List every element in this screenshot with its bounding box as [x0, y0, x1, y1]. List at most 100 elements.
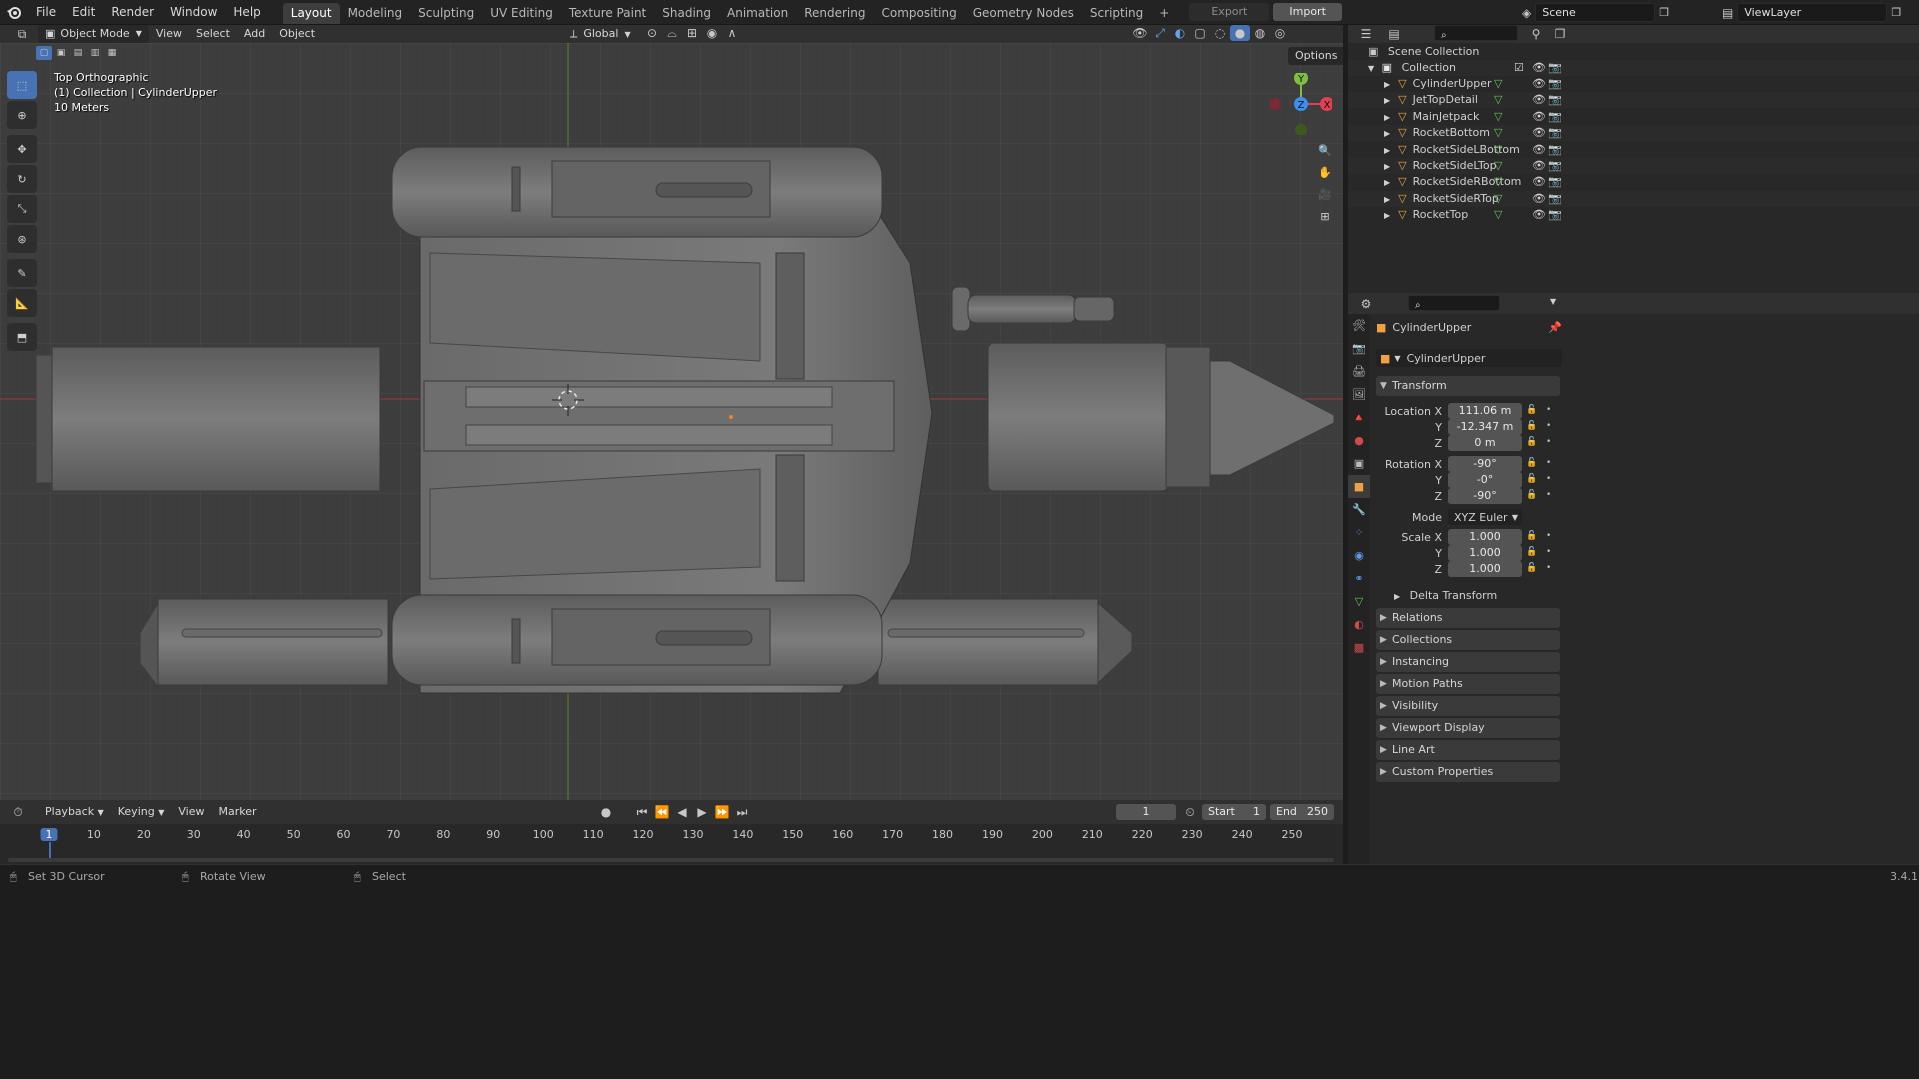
menu-edit[interactable]: Edit: [64, 0, 103, 25]
lock-icon[interactable]: 🔓: [1526, 405, 1537, 415]
new-collection-icon[interactable]: ❐: [1550, 26, 1570, 42]
scene-selector[interactable]: ◈ Scene ❐: [1522, 3, 1669, 22]
tab-shading[interactable]: Shading: [654, 3, 719, 24]
modifier-tab-icon[interactable]: 🔧: [1348, 498, 1370, 521]
import-button[interactable]: Import: [1273, 3, 1342, 21]
viewport-scene[interactable]: [0, 43, 1343, 800]
lock-icon[interactable]: 🔓: [1526, 421, 1537, 431]
keyframe-dot-icon[interactable]: •: [1546, 531, 1551, 541]
eye-icon[interactable]: 👁: [1532, 92, 1546, 108]
eye-icon[interactable]: 👁: [1532, 191, 1546, 207]
outliner-object-row[interactable]: ▶ ▽ MainJetpack ▽ 👁 📷: [1348, 109, 1919, 125]
tab-compositing[interactable]: Compositing: [873, 3, 964, 24]
navigation-gizmo[interactable]: X Y Z: [1269, 71, 1334, 136]
pan-hand-icon[interactable]: ✋: [1314, 161, 1336, 183]
move-tool-icon[interactable]: ✥: [7, 135, 37, 163]
new-view-layer-icon[interactable]: ❐: [1891, 6, 1901, 19]
location-x-field[interactable]: 111.06 m: [1448, 403, 1522, 419]
expand-arrow-icon[interactable]: ▶: [1384, 113, 1390, 122]
lock-icon[interactable]: 🔓: [1526, 437, 1537, 447]
proportional-edit-icon[interactable]: ◉: [702, 25, 722, 41]
view-layer-tab-icon[interactable]: 🖼: [1348, 383, 1370, 406]
collection-checkbox-icon[interactable]: ☑: [1514, 60, 1524, 76]
location-y-field[interactable]: -12.347 m: [1448, 419, 1522, 435]
eye-icon[interactable]: 👁: [1532, 109, 1546, 125]
tool-tab-icon[interactable]: 🛠: [1348, 314, 1370, 337]
outliner-object-row[interactable]: ▶ ▽ RocketTop ▽ 👁 📷: [1348, 207, 1919, 223]
add-workspace-button[interactable]: +: [1151, 3, 1177, 24]
overlay-toggle-icon[interactable]: ◐: [1170, 25, 1190, 41]
menu-object[interactable]: Object: [272, 25, 322, 43]
rotation-y-field[interactable]: -0°: [1448, 472, 1522, 488]
timeline-scrollbar[interactable]: [8, 858, 1334, 862]
rotation-mode-dropdown[interactable]: XYZ Euler ▼: [1448, 509, 1522, 525]
delta-transform-subpanel[interactable]: ▶ Delta Transform: [1394, 588, 1497, 604]
select-new-icon[interactable]: ▢: [36, 46, 52, 60]
pivot-icon[interactable]: ⊙: [642, 25, 662, 41]
view-layer-selector[interactable]: ▤ ViewLayer ❐: [1722, 3, 1901, 22]
camera-icon[interactable]: 📷: [1548, 92, 1562, 108]
object-data-field[interactable]: ■ ▼ CylinderUpper: [1376, 349, 1562, 367]
display-mode-icon[interactable]: ▤: [1384, 26, 1404, 42]
tab-texture-paint[interactable]: Texture Paint: [561, 3, 654, 24]
camera-icon[interactable]: 📷: [1548, 158, 1562, 174]
xray-icon[interactable]: ▢: [1190, 25, 1210, 41]
rotate-tool-icon[interactable]: ↻: [7, 165, 37, 193]
select-invert-icon[interactable]: ▥: [87, 46, 103, 60]
outliner-object-row[interactable]: ▶ ▽ RocketBottom ▽ 👁 📷: [1348, 125, 1919, 142]
lock-icon[interactable]: 🔓: [1526, 531, 1537, 541]
transform-tool-icon[interactable]: ⊛: [7, 225, 37, 253]
tab-rendering[interactable]: Rendering: [796, 3, 873, 24]
collapsed-panel[interactable]: ▶ Instancing: [1376, 652, 1560, 672]
eye-icon[interactable]: 👁: [1532, 76, 1546, 92]
visibility-icon[interactable]: 👁: [1130, 25, 1150, 41]
collection-tab-icon[interactable]: ▣: [1348, 452, 1370, 475]
outliner-object-row[interactable]: ▶ ▽ RocketSideLBottom ▽ 👁 📷: [1348, 142, 1919, 158]
physics-tab-icon[interactable]: ◉: [1348, 544, 1370, 567]
outliner-object-row[interactable]: ▶ ▽ JetTopDetail ▽ 👁 📷: [1348, 92, 1919, 109]
data-tab-icon[interactable]: ▽: [1348, 590, 1370, 613]
gizmo-toggle-icon[interactable]: ⤢: [1150, 25, 1170, 41]
keyframe-dot-icon[interactable]: •: [1546, 405, 1551, 415]
collapsed-panel[interactable]: ▶ Line Art: [1376, 740, 1560, 760]
select-box-tool-icon[interactable]: ⬚: [7, 71, 37, 99]
outliner-root-row[interactable]: ▣ Scene Collection: [1348, 44, 1919, 60]
editor-type-icon[interactable]: ⧉: [12, 26, 32, 42]
outliner-collection-row[interactable]: ▼ ▣ Collection ☑ 👁 📷: [1348, 60, 1919, 76]
menu-select[interactable]: Select: [189, 25, 237, 43]
pin-icon[interactable]: 📌: [1548, 321, 1562, 334]
scale-z-field[interactable]: 1.000: [1448, 561, 1522, 577]
eye-icon[interactable]: 👁: [1532, 207, 1546, 223]
expand-arrow-icon[interactable]: ▶: [1384, 146, 1390, 155]
outliner-search-input[interactable]: ⌕: [1434, 25, 1518, 41]
object-tab-icon[interactable]: ■: [1348, 475, 1370, 498]
keyframe-dot-icon[interactable]: •: [1546, 474, 1551, 484]
outliner-object-row[interactable]: ▶ ▽ CylinderUpper ▽ 👁 📷: [1348, 76, 1919, 92]
camera-view-icon[interactable]: 🎥: [1314, 183, 1336, 205]
keyframe-dot-icon[interactable]: •: [1546, 563, 1551, 573]
new-scene-icon[interactable]: ❐: [1659, 6, 1669, 19]
camera-icon[interactable]: 📷: [1548, 125, 1562, 141]
camera-icon[interactable]: 📷: [1548, 76, 1562, 92]
scene-name-field[interactable]: Scene: [1535, 3, 1656, 22]
outliner-object-row[interactable]: ▶ ▽ RocketSideLTop ▽ 👁 📷: [1348, 158, 1919, 174]
expand-arrow-icon[interactable]: ▶: [1384, 195, 1390, 204]
lock-icon[interactable]: 🔓: [1526, 474, 1537, 484]
location-z-field[interactable]: 0 m: [1448, 435, 1522, 451]
tab-uv-editing[interactable]: UV Editing: [482, 3, 561, 24]
scene-tab-icon[interactable]: 🔺: [1348, 406, 1370, 429]
outliner-object-row[interactable]: ▶ ▽ RocketSideRBottom ▽ 👁 📷: [1348, 174, 1919, 190]
expand-arrow-icon[interactable]: ▶: [1384, 162, 1390, 171]
eye-icon[interactable]: 👁: [1532, 142, 1546, 158]
render-tab-icon[interactable]: 📷: [1348, 337, 1370, 360]
camera-icon[interactable]: 📷: [1548, 109, 1562, 125]
select-subtract-icon[interactable]: ▤: [70, 46, 86, 60]
properties-editor-icon[interactable]: ⚙: [1356, 296, 1376, 312]
lock-icon[interactable]: 🔓: [1526, 458, 1537, 468]
collapsed-panel[interactable]: ▶ Motion Paths: [1376, 674, 1560, 694]
output-tab-icon[interactable]: 🖨: [1348, 360, 1370, 383]
scale-x-field[interactable]: 1.000: [1448, 529, 1522, 545]
eye-icon[interactable]: 👁: [1532, 158, 1546, 174]
collapsed-panel[interactable]: ▶ Relations: [1376, 608, 1560, 628]
expand-arrow-icon[interactable]: ▶: [1384, 178, 1390, 187]
